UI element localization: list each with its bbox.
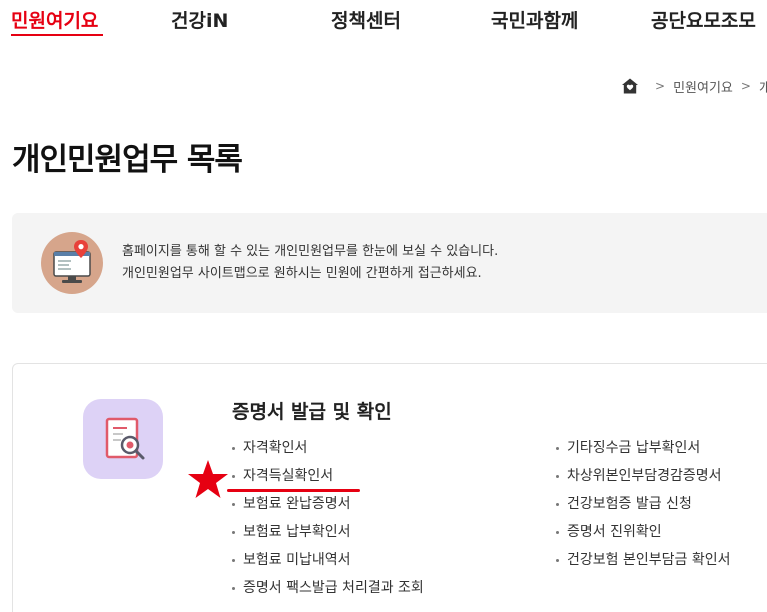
breadcrumb-item-current[interactable]: 개인 [759, 77, 767, 96]
certificate-search-icon [83, 399, 163, 479]
list-item[interactable]: 자격확인서 [232, 434, 424, 462]
nav-item-with-citizens[interactable]: 국민과함께 [491, 6, 578, 33]
list-item[interactable]: 자격득실확인서 [232, 462, 424, 490]
chevron-right-icon: > [740, 79, 751, 93]
list-item[interactable]: 증명서 진위확인 [556, 518, 730, 546]
list-item[interactable]: 기타징수금 납부확인서 [556, 434, 730, 462]
breadcrumb-item-minwon[interactable]: 민원여기요 [673, 77, 733, 96]
nav-item-about-nhis[interactable]: 공단요모조모 [651, 6, 756, 33]
list-item[interactable]: 건강보험 본인부담금 확인서 [556, 546, 730, 574]
nav-item-health-in[interactable]: 건강iN [171, 6, 228, 33]
list-item[interactable]: 차상위본인부담경감증명서 [556, 462, 730, 490]
active-nav-indicator [11, 34, 103, 36]
nav-item-minwon[interactable]: 민원여기요 [11, 6, 98, 33]
highlight-underline [227, 489, 360, 492]
home-icon[interactable] [621, 77, 639, 95]
page-title: 개인민원업무 목록 [12, 142, 243, 178]
chevron-right-icon: > [655, 79, 666, 93]
list-item[interactable]: 건강보험증 발급 신청 [556, 490, 730, 518]
certificate-list-right: 기타징수금 납부확인서 차상위본인부담경감증명서 건강보험증 발급 신청 증명서… [556, 434, 730, 574]
info-line-1: 홈페이지를 통해 할 수 있는 개인민원업무를 한눈에 보실 수 있습니다. [122, 244, 499, 259]
monitor-location-icon [41, 232, 103, 294]
info-box: 홈페이지를 통해 할 수 있는 개인민원업무를 한눈에 보실 수 있습니다. 개… [12, 213, 767, 313]
list-item[interactable]: 보험료 납부확인서 [232, 518, 424, 546]
list-item[interactable]: 증명서 팩스발급 처리결과 조회 [232, 574, 424, 602]
certificate-section-card: 증명서 발급 및 확인 자격확인서 자격득실확인서 보험료 완납증명서 보험료 … [12, 363, 767, 612]
red-star-icon [188, 460, 228, 498]
info-description: 홈페이지를 통해 할 수 있는 개인민원업무를 한눈에 보실 수 있습니다. 개… [122, 241, 498, 285]
certificate-list-left: 자격확인서 자격득실확인서 보험료 완납증명서 보험료 납부확인서 보험료 미납… [232, 434, 424, 602]
list-item[interactable]: 보험료 완납증명서 [232, 490, 424, 518]
info-line-2: 개인민원업무 사이트맵으로 원하시는 민원에 간편하게 접근하세요. [122, 266, 482, 281]
breadcrumb: > 민원여기요 > 개인 [621, 76, 767, 96]
nav-item-policy-center[interactable]: 정책센터 [331, 6, 401, 33]
list-item[interactable]: 보험료 미납내역서 [232, 546, 424, 574]
section-title: 증명서 발급 및 확인 [232, 401, 392, 423]
top-navigation: 민원여기요 건강iN 정책센터 국민과함께 공단요모조모 [0, 0, 767, 40]
